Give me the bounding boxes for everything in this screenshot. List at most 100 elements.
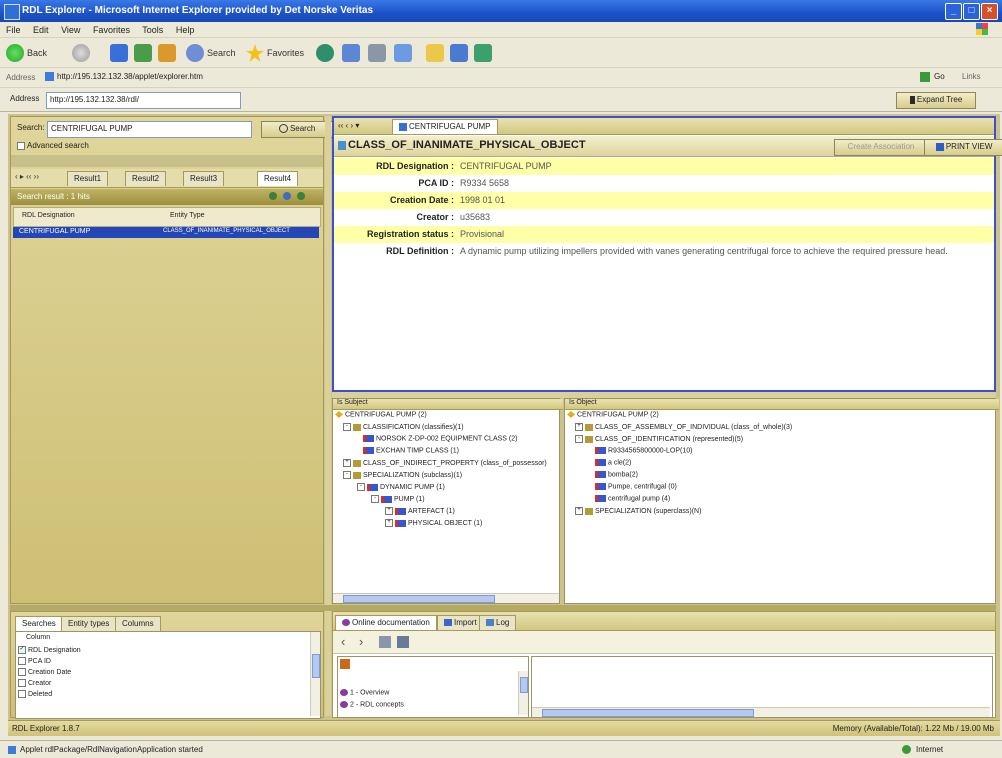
tree-node[interactable]: - DYNAMIC PUMP (1)	[357, 483, 445, 491]
tab-import[interactable]: Import	[437, 615, 484, 630]
history-button[interactable]	[316, 42, 334, 64]
tree-node[interactable]: CENTRIFUGAL PUMP (2)	[567, 411, 659, 418]
tree-node[interactable]: EXCHAN TIMP CLASS (1)	[363, 447, 459, 454]
tree-node[interactable]: - CLASS_OF_IDENTIFICATION (represented)(5…	[575, 435, 743, 443]
relation-icon	[585, 423, 593, 431]
identifier-icon	[595, 495, 606, 502]
horizontal-scrollbar[interactable]	[333, 593, 559, 603]
print-icon[interactable]	[379, 636, 391, 648]
tree-node[interactable]: NORSOK Z-DP-002 EQUIPMENT CLASS (2)	[363, 435, 517, 442]
stop-button[interactable]	[110, 42, 128, 64]
menu-help[interactable]: Help	[176, 25, 195, 35]
vertical-splitter[interactable]	[325, 116, 331, 716]
settings-panel: Searches Entity types Columns Column ✓ RD…	[10, 611, 324, 719]
go-button[interactable]: Go	[934, 72, 945, 81]
splitter[interactable]	[11, 155, 323, 167]
close-results-icon[interactable]	[297, 192, 305, 200]
tab-entity-types[interactable]: Entity types	[61, 616, 117, 631]
home-button[interactable]	[158, 42, 176, 64]
tab-searches[interactable]: Searches	[15, 616, 63, 631]
forward-button[interactable]	[72, 42, 90, 64]
tree-node[interactable]: - PUMP (1)	[371, 495, 425, 503]
tree-node[interactable]: bomba(2)	[595, 471, 638, 478]
column-header-entity-type[interactable]: Entity Type	[170, 212, 205, 219]
tree-node[interactable]: centrifugal pump (4)	[595, 495, 670, 502]
doc-back-button[interactable]: ‹	[341, 634, 345, 649]
status-text: Applet rdlPackage/RdlNavigationApplicati…	[20, 745, 203, 754]
tab-online-documentation[interactable]: Online documentation	[335, 615, 437, 630]
folder-button[interactable]	[426, 42, 444, 64]
list-item[interactable]: Creation Date	[18, 668, 71, 676]
tab-result4[interactable]: Result4	[257, 171, 299, 186]
tree-node[interactable]: + PHYSICAL OBJECT (1)	[385, 519, 482, 527]
vertical-scrollbar[interactable]	[310, 632, 320, 716]
print-preview-icon[interactable]	[397, 636, 409, 648]
messenger-button[interactable]	[450, 42, 468, 64]
documentation-tabbar: Online documentation Import Log	[333, 612, 995, 631]
list-item[interactable]: ✓ RDL Designation	[18, 646, 81, 654]
table-row[interactable]: CENTRIFUGAL PUMP CLASS_OF_INANIMATE_PHYS…	[13, 227, 319, 238]
tab-result3[interactable]: Result3	[183, 171, 225, 186]
minimize-button[interactable]: _	[945, 3, 962, 20]
tab-nav-arrows[interactable]: ‹‹ ‹ › ▾	[338, 121, 359, 130]
expand-tree-button[interactable]: Expand Tree	[896, 92, 976, 109]
tab-result2[interactable]: Result2	[125, 171, 167, 186]
tree-node[interactable]: + CLASS_OF_ASSEMBLY_OF_INDIVIDUAL (class_…	[575, 423, 792, 431]
tab-nav-arrows[interactable]: ‹ ▸ ‹‹ ››	[15, 172, 39, 181]
horizontal-scrollbar[interactable]	[532, 707, 990, 717]
address-input[interactable]: http://195.132.132.38/rdl/	[46, 92, 241, 109]
print-button[interactable]	[368, 42, 386, 64]
window-title: RDL Explorer - Microsoft Internet Explor…	[22, 5, 374, 16]
search-input[interactable]: CENTRIFUGAL PUMP	[47, 121, 252, 138]
export-icon[interactable]	[283, 192, 291, 200]
menu-file[interactable]: File	[6, 25, 21, 35]
research-button[interactable]	[474, 42, 492, 64]
menu-edit[interactable]: Edit	[33, 25, 49, 35]
object-tree: Is Object CENTRIFUGAL PUMP (2) + CLASS_OF…	[564, 398, 999, 604]
tab-log[interactable]: Log	[479, 615, 517, 630]
tab-centrifugal-pump[interactable]: CENTRIFUGAL PUMP	[392, 119, 498, 134]
menu-tools[interactable]: Tools	[142, 25, 163, 35]
list-item[interactable]: Creator	[18, 679, 51, 687]
list-item[interactable]: 1 - Overview	[340, 689, 389, 696]
tree-node[interactable]: + CLASS_OF_INDIRECT_PROPERTY (class_of_po…	[343, 459, 547, 467]
tree-node[interactable]: a cle(2)	[595, 459, 631, 466]
list-item[interactable]: PCA ID	[18, 657, 51, 665]
tab-result1[interactable]: Result1	[67, 171, 109, 186]
mail-icon	[342, 44, 360, 62]
tree-node[interactable]: CENTRIFUGAL PUMP (2)	[335, 411, 427, 418]
refresh-icon[interactable]	[269, 192, 277, 200]
tree-node[interactable]: - CLASSIFICATION (classifies)(1)	[343, 423, 464, 431]
close-button[interactable]: ×	[981, 3, 998, 20]
search-toolbar-button[interactable]: Search	[186, 42, 236, 64]
print-view-button[interactable]: PRINT VIEW	[924, 139, 1002, 156]
advanced-search-toggle[interactable]: Advanced search	[17, 141, 89, 150]
maximize-button[interactable]: □	[963, 3, 980, 20]
tree-node[interactable]: + ARTEFACT (1)	[385, 507, 455, 515]
mail-button[interactable]	[342, 42, 360, 64]
search-button[interactable]: Search	[261, 121, 333, 138]
links-url[interactable]: http://195.132.132.38/applet/explorer.ht…	[42, 70, 915, 85]
tree-node[interactable]: Pumpe, centrifugal (0)	[595, 483, 677, 490]
column-list: Column ✓ RDL Designation PCA ID Creation …	[15, 631, 321, 719]
vertical-scrollbar[interactable]	[518, 671, 528, 715]
create-association-button[interactable]: Create Association	[834, 139, 928, 156]
column-list-header: Column	[26, 634, 51, 641]
refresh-button[interactable]	[134, 42, 152, 64]
column-header-designation[interactable]: RDL Designation	[22, 212, 75, 219]
list-item[interactable]: 2 - RDL concepts	[340, 701, 404, 708]
list-item[interactable]: Deleted	[18, 690, 52, 698]
tree-node[interactable]: + SPECIALIZATION (superclass)(N)	[575, 507, 701, 515]
edit-button[interactable]	[394, 42, 412, 64]
links-button[interactable]: Links	[962, 72, 981, 81]
checkbox-icon	[18, 668, 26, 676]
favorites-button[interactable]: Favorites	[246, 42, 304, 64]
tree-node[interactable]: - SPECIALIZATION (subclass)(1)	[343, 471, 462, 479]
tree-node[interactable]: R9334565800000-LOP(10)	[595, 447, 692, 454]
doc-forward-button[interactable]: ›	[359, 634, 363, 649]
menu-favorites[interactable]: Favorites	[93, 25, 130, 35]
back-button[interactable]: Back	[6, 42, 47, 64]
tab-columns[interactable]: Columns	[115, 616, 161, 631]
identifier-icon	[595, 483, 606, 490]
menu-view[interactable]: View	[61, 25, 80, 35]
